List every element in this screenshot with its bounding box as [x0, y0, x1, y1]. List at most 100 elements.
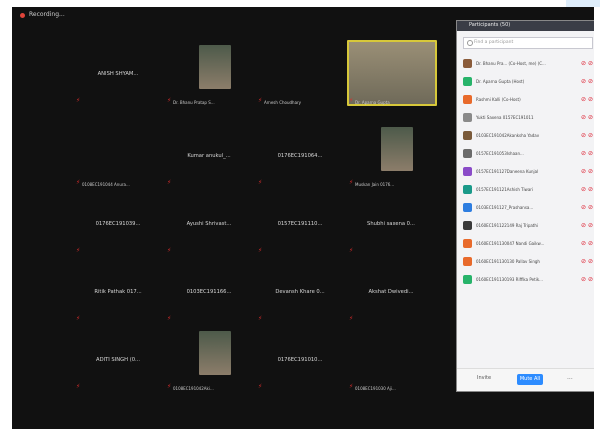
mic-video-muted-icon[interactable]: ⊘ ⊘ — [581, 204, 593, 211]
recording-label: Recording... — [29, 11, 65, 18]
participant-row[interactable]: Dr. Bhanu Pra... (Co-Host, me) (C... ⊘ ⊘ — [457, 55, 594, 73]
video-tile[interactable]: ⚡ Muskan Jain 0176... — [347, 127, 435, 189]
more-options-button[interactable]: ... — [567, 374, 573, 381]
mic-video-muted-icon[interactable]: ⊘ ⊘ — [581, 150, 593, 157]
participant-row[interactable]: 0157EC191127Daneena Kunjal ⊘ ⊘ — [457, 163, 594, 181]
participant-row[interactable]: 0103EC191042Akanksha Yadav ⊘ ⊘ — [457, 127, 594, 145]
participant-avatar — [463, 113, 472, 122]
video-tile[interactable]: 0176EC191039... ⚡ — [74, 197, 162, 257]
participant-name: Ritik Pathak 017... — [94, 289, 142, 295]
participant-row[interactable]: 0160EC191122149 Raj Tripathi ⊘ ⊘ — [457, 217, 594, 235]
mic-video-muted-icon[interactable]: ⊘ ⊘ — [581, 222, 593, 229]
mic-video-muted-icon[interactable]: ⊘ ⊘ — [581, 276, 593, 283]
meeting-window: Recording... ANISH SHYAM... ⚡ ⚡ Dr. Bhanu P… — [12, 7, 594, 429]
participant-name: 0176EC191010... — [277, 357, 323, 363]
participant-search-input[interactable]: Find a participant — [463, 37, 593, 49]
participant-avatar — [463, 59, 472, 68]
muted-mic-icon: ⚡ — [349, 247, 354, 254]
video-tile[interactable]: ⚡ Dr. Aparna Gupta — [347, 40, 437, 107]
participant-row-name: 0103EC191127_Prashansa... — [476, 205, 534, 210]
video-tile[interactable]: Devansh Khare 0... ⚡ — [256, 265, 344, 325]
video-tile[interactable]: ⚡ Arnesh Choudhary — [256, 47, 344, 107]
participant-name: 0103EC191166... — [186, 289, 232, 295]
participant-row[interactable]: Rashmi Kalli (Co-Host) ⊘ ⊘ — [457, 91, 594, 109]
participant-name: Kumar anukul_... — [187, 153, 231, 159]
video-tile[interactable]: ⚡ 0108EC191044 Anura... — [74, 129, 162, 189]
muted-mic-icon: ⚡ — [258, 97, 263, 104]
muted-mic-icon: ⚡ — [76, 247, 81, 254]
muted-mic-icon: ⚡ — [258, 315, 263, 322]
video-tile[interactable]: ⚡ 0108EC191042Aki... — [165, 331, 253, 393]
participant-avatar — [463, 203, 472, 212]
participant-row-name: Yukti Saxena 0157EC191011 — [476, 115, 534, 120]
participant-row[interactable]: 0103EC191127_Prashansa... ⊘ ⊘ — [457, 199, 594, 217]
mic-video-muted-icon[interactable]: ⊘ ⊘ — [581, 258, 593, 265]
mic-video-muted-icon[interactable]: ⊘ ⊘ — [581, 114, 593, 121]
participant-row[interactable]: 0160EC191130130 Pallav Singh ⊘ ⊘ — [457, 253, 594, 271]
search-placeholder: Find a participant — [474, 40, 514, 45]
participant-row-name: 0160EC191130130 Pallav Singh — [476, 259, 540, 264]
participant-row[interactable]: Yukti Saxena 0157EC191011 ⊘ ⊘ — [457, 109, 594, 127]
video-tile[interactable]: ⚡ 0108EC191030 Aji... — [347, 333, 435, 393]
video-name-label: 0108EC191030 Aji... — [355, 386, 396, 391]
mute-all-button[interactable]: Mute All — [517, 374, 543, 385]
participant-avatar — [463, 221, 472, 230]
video-tile[interactable]: ADITI SINGH (0... ⚡ — [74, 333, 162, 393]
window-corner-tab — [566, 0, 600, 7]
mic-video-muted-icon[interactable]: ⊘ ⊘ — [581, 240, 593, 247]
participant-row[interactable]: 0157EC191121Ashish Tiwari ⊘ ⊘ — [457, 181, 594, 199]
video-tile[interactable]: 0103EC191166... ⚡ — [165, 265, 253, 325]
video-tile[interactable]: Akshat Dwivedi... ⚡ — [347, 265, 435, 325]
mic-video-muted-icon[interactable]: ⊘ ⊘ — [581, 96, 593, 103]
video-feed — [381, 127, 413, 171]
invite-button[interactable]: Invite — [477, 375, 491, 381]
video-tile[interactable]: 0176EC191010... ⚡ — [256, 333, 344, 393]
mic-video-muted-icon[interactable]: ⊘ ⊘ — [581, 60, 593, 67]
participant-row-name: 0160EC191130193 Riffika Petik... — [476, 277, 543, 282]
participant-avatar — [463, 149, 472, 158]
video-tile[interactable]: Ritik Pathak 017... ⚡ — [74, 265, 162, 325]
participant-list: Dr. Bhanu Pra... (Co-Host, me) (C... ⊘ ⊘ D… — [457, 55, 594, 289]
video-tile[interactable]: Shubhi saxena 0... ⚡ — [347, 197, 435, 257]
participants-panel[interactable]: Participants (50) Find a participant Dr.… — [456, 20, 594, 392]
recording-dot-icon — [20, 13, 25, 18]
mic-video-muted-icon[interactable]: ⊘ ⊘ — [581, 132, 593, 139]
muted-mic-icon: ⚡ — [258, 179, 263, 186]
participant-row[interactable]: Dr. Aparna Gupta (Host) ⊘ ⊘ — [457, 73, 594, 91]
video-tile[interactable]: Ayushi Shrivast... ⚡ — [165, 197, 253, 257]
video-name-label: 0108EC191044 Anura... — [82, 182, 130, 187]
participants-panel-header: Participants (50) — [457, 21, 594, 31]
video-tile[interactable]: Kumar anukul_... ⚡ — [165, 129, 253, 189]
video-tile[interactable]: 0157EC191110... ⚡ — [256, 197, 344, 257]
mic-video-muted-icon[interactable]: ⊘ ⊘ — [581, 168, 593, 175]
participant-avatar — [463, 77, 472, 86]
muted-mic-icon: ⚡ — [167, 179, 172, 186]
search-icon — [467, 40, 473, 46]
participant-row[interactable]: 0160EC191130193 Riffika Petik... ⊘ ⊘ — [457, 271, 594, 289]
video-name-label: Dr. Bhanu Pratap S... — [173, 100, 215, 105]
participant-name: 0176EC191064... — [277, 153, 323, 159]
video-name-label: Arnesh Choudhary — [264, 100, 302, 105]
participant-avatar — [463, 239, 472, 248]
participant-row-name: 0160EC191130047 Nandi Gaikw... — [476, 241, 545, 246]
participant-row-name: Dr. Bhanu Pra... (Co-Host, me) (C... — [476, 61, 546, 66]
participant-row[interactable]: 0160EC191130047 Nandi Gaikw... ⊘ ⊘ — [457, 235, 594, 253]
muted-mic-icon: ⚡ — [167, 97, 172, 104]
participant-row-name: 0160EC191122149 Raj Tripathi — [476, 223, 539, 228]
video-tile[interactable]: ANISH SHYAM... ⚡ — [74, 47, 162, 107]
video-tile[interactable]: ⚡ Dr. Bhanu Pratap S... — [165, 45, 253, 107]
muted-mic-icon: ⚡ — [349, 179, 354, 186]
muted-mic-icon: ⚡ — [258, 247, 263, 254]
participant-avatar — [463, 167, 472, 176]
participant-avatar — [463, 95, 472, 104]
participant-row-name: Rashmi Kalli (Co-Host) — [476, 97, 521, 102]
participant-name: Shubhi saxena 0... — [367, 221, 415, 227]
video-tile[interactable]: 0176EC191064... ⚡ — [256, 129, 344, 189]
participant-name: Devansh Khare 0... — [275, 289, 325, 295]
participant-avatar — [463, 185, 472, 194]
muted-mic-icon: ⚡ — [76, 97, 81, 104]
participant-name: 0176EC191039... — [95, 221, 141, 227]
mic-video-muted-icon[interactable]: ⊘ ⊘ — [581, 186, 593, 193]
mic-video-muted-icon[interactable]: ⊘ ⊘ — [581, 78, 593, 85]
participant-row[interactable]: 0157EC191053Ishaan... ⊘ ⊘ — [457, 145, 594, 163]
